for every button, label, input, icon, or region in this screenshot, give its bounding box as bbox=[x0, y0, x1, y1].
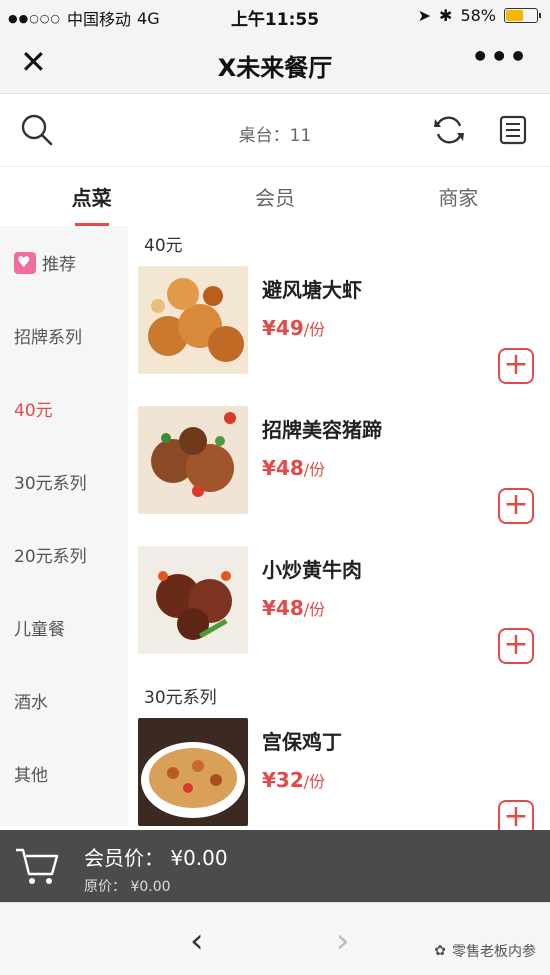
dish-name: 避风塘大虾 bbox=[262, 278, 362, 302]
sidebar-item-recommend[interactable]: ♥ 推荐 bbox=[0, 226, 128, 299]
dish-price: ¥32/份 bbox=[262, 768, 325, 792]
table-number: 桌台：11 bbox=[238, 126, 312, 146]
tab-order[interactable]: 点菜 bbox=[0, 168, 183, 226]
more-menu-button[interactable]: ••• bbox=[471, 40, 528, 73]
heart-icon: ♥ bbox=[14, 251, 36, 274]
tab-member[interactable]: 会员 bbox=[183, 168, 366, 226]
dish-price: ¥48/份 bbox=[262, 456, 325, 480]
dish-image bbox=[138, 406, 248, 514]
dish-price: ¥48/份 bbox=[262, 596, 325, 620]
add-to-cart-button[interactable]: + bbox=[498, 800, 534, 830]
price-value: ¥48 bbox=[262, 456, 304, 480]
status-bar: ●●○○○ 中国移动 4G 上午11:55 ➤ ✱ 58% bbox=[0, 0, 550, 32]
price-value: ¥48 bbox=[262, 596, 304, 620]
price-unit: /份 bbox=[303, 600, 326, 619]
watermark-text: 零售老板内参 bbox=[452, 944, 536, 960]
order-list-icon[interactable] bbox=[497, 113, 531, 147]
page-title: X未来餐厅 bbox=[217, 54, 333, 82]
bluetooth-icon: ✱ bbox=[439, 6, 453, 25]
refresh-icon[interactable] bbox=[432, 113, 466, 147]
battery-percent: 58% bbox=[460, 6, 496, 25]
menu-content: 40元 避风塘大虾 ¥49/份 + 招牌美容猪蹄 ¥48/份 + 小炒黄牛肉 ¥… bbox=[128, 226, 550, 830]
back-button[interactable]: ‹ bbox=[190, 921, 204, 961]
toolbar: 桌台：11 bbox=[0, 95, 550, 167]
status-right: ➤ ✱ 58% bbox=[417, 6, 541, 25]
cart-bar[interactable]: 会员价： ¥0.00 原价： ¥0.00 bbox=[0, 830, 550, 902]
watermark: ✿ 零售老板内参 bbox=[434, 941, 536, 961]
tab-merchant[interactable]: 商家 bbox=[367, 168, 550, 226]
wechat-icon: ✿ bbox=[434, 943, 446, 959]
sidebar-item-drinks[interactable]: 酒水 bbox=[0, 664, 128, 737]
battery-icon bbox=[504, 8, 541, 23]
original-price: 原价： ¥0.00 bbox=[84, 879, 171, 895]
dish-price: ¥49/份 bbox=[262, 316, 325, 340]
title-bar: ✕ X未来餐厅 ••• bbox=[0, 32, 550, 94]
member-price: 会员价： ¥0.00 bbox=[84, 846, 228, 870]
section-title: 40元 bbox=[144, 236, 183, 256]
price-value: ¥49 bbox=[262, 316, 304, 340]
price-unit: /份 bbox=[303, 772, 326, 791]
dish-name: 小炒黄牛肉 bbox=[262, 558, 362, 582]
sidebar-item-20-series[interactable]: 20元系列 bbox=[0, 518, 128, 591]
dish-image bbox=[138, 718, 248, 826]
forward-button[interactable]: › bbox=[336, 921, 350, 961]
add-to-cart-button[interactable]: + bbox=[498, 488, 534, 524]
price-unit: /份 bbox=[303, 460, 326, 479]
sidebar-item-signature[interactable]: 招牌系列 bbox=[0, 299, 128, 372]
dish-item[interactable]: 小炒黄牛肉 ¥48/份 + bbox=[128, 538, 550, 678]
dish-item[interactable]: 招牌美容猪蹄 ¥48/份 + bbox=[128, 398, 550, 538]
dish-item[interactable]: 宫保鸡丁 ¥32/份 + bbox=[128, 710, 550, 830]
category-sidebar: ♥ 推荐 招牌系列 40元 30元系列 20元系列 儿童餐 酒水 其他 bbox=[0, 226, 128, 826]
browser-bottom-nav: ‹ › ✿ 零售老板内参 bbox=[0, 902, 550, 975]
section-title: 30元系列 bbox=[144, 688, 217, 708]
app-page: ●●○○○ 中国移动 4G 上午11:55 ➤ ✱ 58% ✕ X未来餐厅 ••… bbox=[0, 0, 550, 975]
dish-name: 宫保鸡丁 bbox=[262, 730, 342, 754]
add-to-cart-button[interactable]: + bbox=[498, 628, 534, 664]
dish-item[interactable]: 避风塘大虾 ¥49/份 + bbox=[128, 258, 550, 398]
price-value: ¥32 bbox=[262, 768, 304, 792]
dish-image bbox=[138, 266, 248, 374]
price-unit: /份 bbox=[303, 320, 326, 339]
dish-image bbox=[138, 546, 248, 654]
cart-icon[interactable] bbox=[14, 846, 60, 886]
sidebar-item-30-series[interactable]: 30元系列 bbox=[0, 445, 128, 518]
battery-fill bbox=[506, 10, 523, 21]
location-icon: ➤ bbox=[417, 6, 432, 25]
sidebar-item-40[interactable]: 40元 bbox=[0, 372, 128, 445]
add-to-cart-button[interactable]: + bbox=[498, 348, 534, 384]
sidebar-item-label: 推荐 bbox=[42, 255, 76, 275]
dish-name: 招牌美容猪蹄 bbox=[262, 418, 382, 442]
sidebar-item-kids-meal[interactable]: 儿童餐 bbox=[0, 591, 128, 664]
main-tabs: 点菜 会员 商家 bbox=[0, 168, 550, 226]
sidebar-item-other[interactable]: 其他 bbox=[0, 737, 128, 810]
